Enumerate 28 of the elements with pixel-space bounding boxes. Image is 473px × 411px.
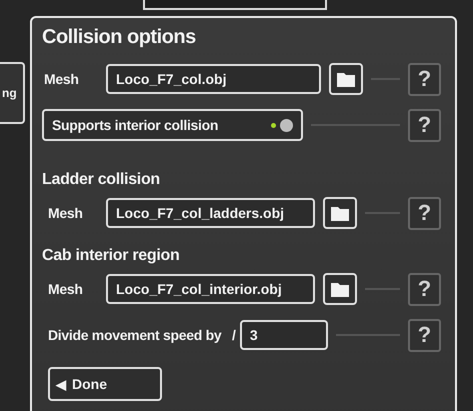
browse-button[interactable] <box>323 273 357 305</box>
field-label: Divide movement speed by <box>48 327 222 343</box>
section-heading: Ladder collision <box>42 171 161 189</box>
section-heading: Cab interior region <box>42 247 180 265</box>
side-tab-label: ng <box>2 86 17 100</box>
panel-title: Collision options <box>42 26 197 49</box>
help-button[interactable]: ? <box>408 108 441 142</box>
help-button[interactable]: ? <box>408 196 441 230</box>
divide-symbol: / <box>232 327 236 343</box>
help-button[interactable]: ? <box>408 62 441 96</box>
folder-icon <box>331 206 349 220</box>
mesh-file-field[interactable]: Loco_F7_col_interior.obj <box>106 274 315 304</box>
mesh-file-field[interactable]: Loco_F7_col_ladders.obj <box>106 198 315 228</box>
back-arrow-icon: ◀ <box>56 376 66 392</box>
done-button[interactable]: ◀ Done <box>48 367 162 401</box>
browse-button[interactable] <box>323 197 357 229</box>
field-label: Mesh <box>44 71 80 87</box>
browse-button[interactable] <box>329 63 363 95</box>
speed-divisor-field[interactable]: 3 <box>240 320 328 350</box>
interior-collision-toggle[interactable]: Supports interior collision <box>42 109 303 141</box>
mesh-file-field[interactable]: Loco_F7_col.obj <box>106 64 321 94</box>
folder-icon <box>337 72 355 86</box>
field-label: Mesh <box>48 281 84 297</box>
folder-icon <box>331 282 349 296</box>
help-button[interactable]: ? <box>408 272 441 306</box>
help-button[interactable]: ? <box>408 318 441 352</box>
field-label: Mesh <box>48 205 84 221</box>
side-tab[interactable]: ng <box>0 62 25 124</box>
